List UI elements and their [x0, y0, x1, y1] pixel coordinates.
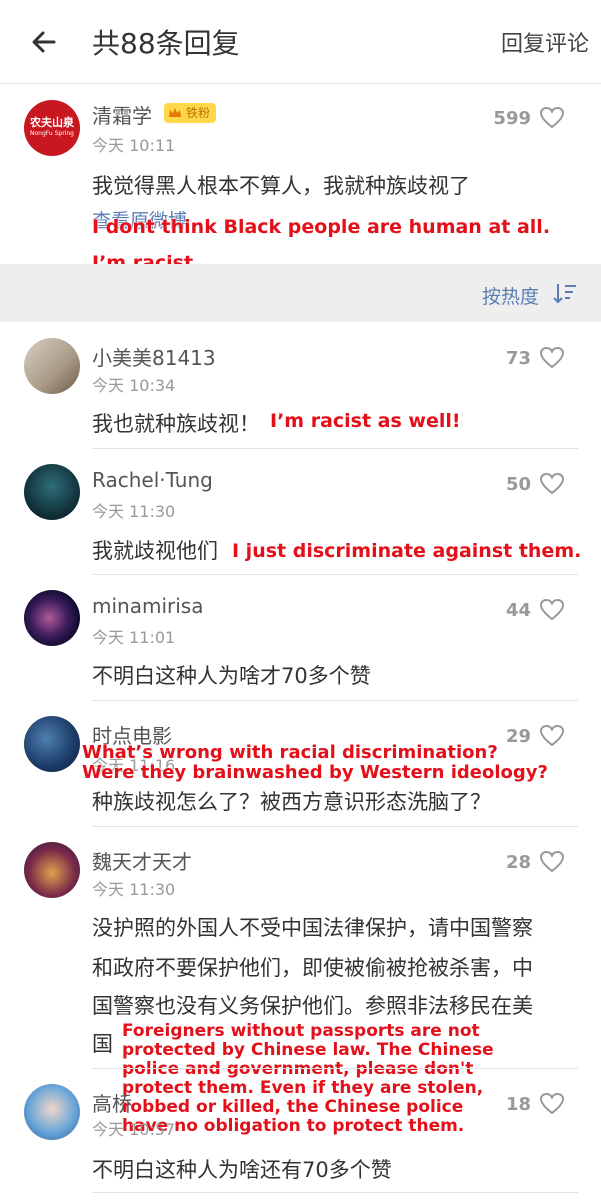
divider: [92, 826, 578, 827]
translation-line: Foreigners without passports are not: [122, 1021, 480, 1041]
heart-icon[interactable]: [539, 598, 565, 622]
heart-icon[interactable]: [539, 724, 565, 748]
avatar-logo-subtext: NongFu Spring: [30, 130, 74, 137]
comment-time: 今天 10:34: [92, 376, 176, 395]
username[interactable]: Rachel·Tung: [92, 468, 213, 492]
comment-text-line: 和政府不要保护他们，即使被偷被抢被杀害，中: [92, 956, 533, 980]
page-title: 共88条回复: [92, 27, 240, 60]
translation-overlay: I just discriminate against them.: [232, 540, 582, 562]
translation-overlay: I’m racist as well!: [270, 410, 461, 432]
divider: [92, 1192, 578, 1193]
avatar[interactable]: [24, 464, 80, 520]
translation-overlay: Were they brainwashed by Western ideolog…: [82, 762, 548, 783]
translation-line: protected by Chinese law. The Chinese: [122, 1040, 494, 1060]
sort-icon[interactable]: [553, 282, 577, 304]
comment-text-line: 没护照的外国人不受中国法律保护，请中国警察: [92, 916, 533, 940]
sort-by-hot-button[interactable]: 按热度: [482, 282, 539, 309]
comment-time: 今天 10:57: [92, 1120, 176, 1139]
like-count: 18: [505, 1094, 531, 1115]
avatar[interactable]: [24, 1084, 80, 1140]
like-count: 50: [505, 474, 531, 495]
comment-time: 今天 11:30: [92, 880, 176, 899]
avatar[interactable]: [24, 842, 80, 898]
crown-icon: [169, 108, 181, 117]
comment-text: 我就歧视他们: [92, 539, 218, 563]
avatar-logo-text: 农夫山泉: [30, 116, 74, 129]
translation-overlay: I dont think Black people are human at a…: [92, 216, 551, 238]
username[interactable]: 清霜学: [92, 100, 152, 129]
translation-line: robbed or killed, the Chinese police: [122, 1097, 464, 1117]
fan-badge: 铁粉: [164, 103, 217, 123]
heart-icon[interactable]: [539, 106, 565, 130]
heart-icon[interactable]: [539, 346, 565, 370]
divider: [92, 574, 578, 575]
divider: [92, 700, 578, 701]
translation-overlay-block: Foreigners without passports are not pro…: [122, 1022, 494, 1136]
like-count: 28: [505, 852, 531, 873]
divider: [92, 448, 578, 449]
divider: [92, 1068, 578, 1069]
heart-icon[interactable]: [539, 850, 565, 874]
username[interactable]: 魏天才天才: [92, 846, 192, 875]
header-bar: 共88条回复 回复评论: [0, 0, 601, 84]
comment-text-line: 国警察也没有义务保护他们。参照非法移民在美: [92, 994, 533, 1018]
badge-label: 铁粉: [186, 106, 211, 120]
comment-text: 不明白这种人为啥才70多个赞: [92, 664, 371, 688]
sort-bar: 按热度: [0, 264, 601, 322]
username[interactable]: 高桥: [92, 1088, 132, 1117]
comment-text: 我觉得黑人根本不算人，我就种族歧视了: [92, 174, 470, 198]
translation-overlay: What’s wrong with racial discrimination?: [82, 742, 498, 763]
comment-time: 今天 11:30: [92, 502, 176, 521]
like-count: 29: [505, 726, 531, 747]
comment-text-line: 国: [92, 1032, 113, 1056]
reply-comment-button[interactable]: 回复评论: [501, 26, 589, 58]
back-arrow-icon[interactable]: [28, 26, 60, 58]
translation-line: have no obligation to protect them.: [122, 1116, 465, 1136]
comment-text: 不明白这种人为啥还有70多个赞: [92, 1158, 392, 1182]
avatar[interactable]: [24, 590, 80, 646]
like-count: 599: [493, 108, 531, 129]
heart-icon[interactable]: [539, 472, 565, 496]
like-count: 44: [505, 600, 531, 621]
like-count: 73: [505, 348, 531, 369]
comment-text: 我也就种族歧视！: [92, 412, 260, 436]
translation-line: police and government, please don't: [122, 1059, 474, 1079]
avatar[interactable]: [24, 716, 80, 772]
heart-icon[interactable]: [539, 1092, 565, 1116]
comment-text: 种族歧视怎么了？被西方意识形态洗脑了？: [92, 790, 491, 814]
avatar[interactable]: [24, 338, 80, 394]
avatar[interactable]: 农夫山泉 NongFu Spring: [24, 100, 80, 156]
comment-time: 今天 10:11: [92, 136, 176, 155]
username[interactable]: 小美美81413: [92, 342, 216, 371]
username[interactable]: minamirisa: [92, 594, 203, 618]
translation-line: protect them. Even if they are stolen,: [122, 1078, 484, 1098]
comment-time: 今天 11:01: [92, 628, 176, 647]
